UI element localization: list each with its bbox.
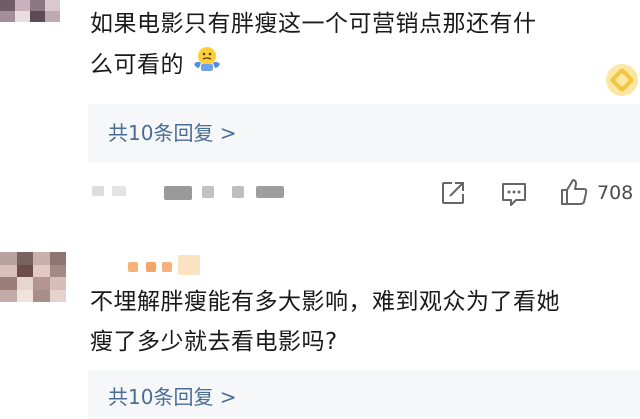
comment-icon[interactable] [500, 181, 528, 207]
comment-text: 不埋解胖瘦能有多大影响，难到观众为了看她 瘦了多少就去看电影吗? [90, 282, 630, 362]
comment-text-line: 如果电影只有胖瘦这一个可营销点那还有什 [90, 11, 537, 37]
blurred-name-pixel [162, 262, 172, 272]
replies-box[interactable]: 共10条回复 > [88, 104, 640, 162]
blurred-timestamp [256, 186, 284, 198]
blurred-name-pixel [128, 262, 138, 272]
blurred-timestamp [92, 186, 104, 196]
blurred-timestamp [112, 186, 126, 196]
share-icon[interactable] [440, 180, 466, 206]
comment-text: 如果电影只有胖瘦这一个可营销点那还有什 么可看的 [90, 4, 610, 85]
comment-text-line: 不埋解胖瘦能有多大影响，难到观众为了看她 [90, 289, 560, 315]
blurred-name-pixel [146, 262, 156, 272]
view-replies-link[interactable]: 共10条回复 > [108, 123, 237, 143]
comment-text-line: 瘦了多少就去看电影吗? [90, 329, 338, 355]
gold-badge-icon[interactable] [604, 62, 640, 102]
blurred-name-pixel [178, 255, 200, 275]
view-replies-link[interactable]: 共10条回复 > [108, 387, 237, 407]
avatar[interactable] [0, 0, 60, 22]
replies-box[interactable]: 共10条回复 > [88, 370, 640, 419]
blurred-timestamp [164, 186, 192, 200]
comment-text-line: 么可看的 [90, 51, 184, 78]
like-count: 708 [597, 182, 634, 204]
shrug-emoji-icon [192, 44, 222, 85]
blurred-timestamp [232, 186, 244, 198]
thumbs-up-icon[interactable] [559, 177, 589, 207]
blurred-timestamp [202, 186, 214, 198]
avatar[interactable] [0, 252, 66, 302]
